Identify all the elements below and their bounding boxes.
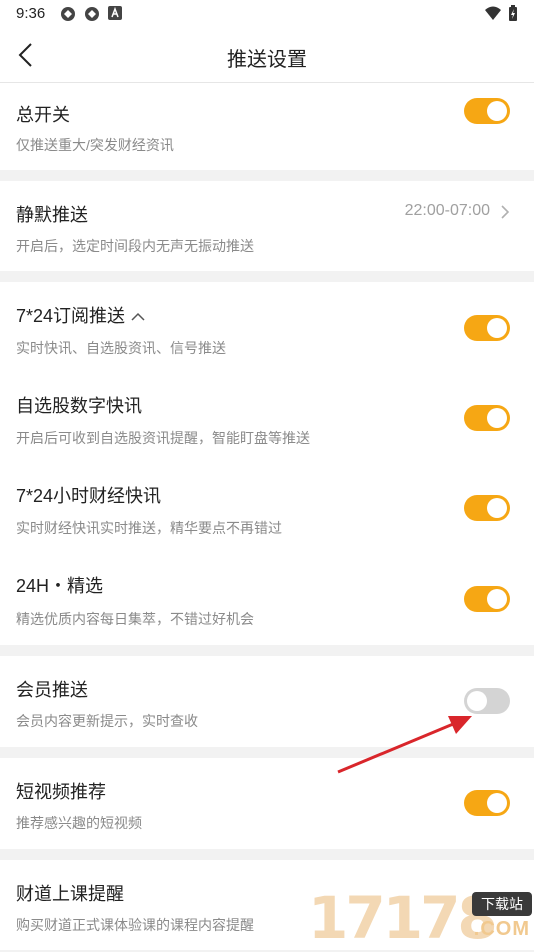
setting-title: 总开关 — [16, 105, 70, 125]
setting-desc: 开启后，选定时间段内无声无振动推送 — [16, 238, 254, 254]
toggle-knob — [487, 101, 507, 121]
setting-title: 7*24订阅推送 — [16, 302, 145, 328]
setting-desc: 会员内容更新提示，实时查收 — [16, 713, 198, 729]
toggle-knob — [487, 408, 507, 428]
setting-desc: 推荐感兴趣的短视频 — [16, 815, 142, 831]
notification-a-icon — [108, 6, 122, 20]
section-subscription: 7*24订阅推送 实时快讯、自选股资讯、信号推送 自选股数字快讯 开启后可收到自… — [0, 282, 534, 645]
setting-desc: 精选优质内容每日集萃，不错过好机会 — [16, 611, 254, 627]
setting-title: 会员推送 — [16, 680, 88, 700]
setting-desc: 购买财道正式课体验课的课程内容提醒 — [16, 917, 254, 933]
setting-title: 自选股数字快讯 — [16, 396, 142, 416]
master-toggle[interactable] — [464, 98, 510, 124]
battery-icon — [509, 5, 517, 21]
watermark-logo: 17178 下载站 .COM — [304, 884, 534, 950]
status-bar: 9:36 — [0, 0, 534, 28]
setting-desc: 实时财经快讯实时推送，精华要点不再错过 — [16, 520, 282, 536]
finance24-toggle[interactable] — [464, 495, 510, 521]
watermark-badge: 下载站 — [472, 892, 532, 916]
setting-title: 短视频推荐 — [16, 782, 106, 802]
setting-title: 7*24小时财经快讯 — [16, 486, 162, 506]
setting-title: 静默推送 — [16, 205, 88, 225]
subscription-toggle[interactable] — [464, 315, 510, 341]
page-title: 推送设置 — [227, 49, 307, 71]
toggle-knob — [487, 318, 507, 338]
setting-row-featured: 24H・精选 精选优质内容每日集萃，不错过好机会 — [0, 552, 534, 645]
setting-desc: 开启后可收到自选股资讯提醒，智能盯盘等推送 — [16, 430, 310, 446]
setting-row-master: 总开关 仅推送重大/突发财经资讯 — [0, 83, 534, 170]
subscription-title: 7*24订阅推送 — [16, 306, 126, 326]
chevron-up-icon[interactable] — [131, 312, 145, 322]
nav-bar: 推送设置 — [0, 28, 534, 83]
chevron-right-icon[interactable] — [498, 205, 512, 219]
setting-desc: 仅推送重大/突发财经资讯 — [16, 137, 174, 153]
status-time: 9:36 — [16, 5, 46, 22]
watermark-domain: .COM — [473, 918, 530, 940]
setting-row-finance24: 7*24小时财经快讯 实时财经快讯实时推送，精华要点不再错过 — [0, 462, 534, 552]
notification-app-icon — [85, 7, 99, 21]
section-quiet: 静默推送 开启后，选定时间段内无声无振动推送 22:00-07:00 — [0, 181, 534, 271]
toggle-knob — [487, 589, 507, 609]
toggle-knob — [487, 793, 507, 813]
short-video-toggle[interactable] — [464, 790, 510, 816]
watchlist-toggle[interactable] — [464, 405, 510, 431]
featured-toggle[interactable] — [464, 586, 510, 612]
setting-title: 24H・精选 — [16, 576, 104, 596]
toggle-knob — [487, 498, 507, 518]
wifi-icon — [485, 6, 501, 20]
setting-row-watchlist: 自选股数字快讯 开启后可收到自选股资讯提醒，智能盯盘等推送 — [0, 372, 534, 462]
section-master: 总开关 仅推送重大/突发财经资讯 — [0, 83, 534, 170]
setting-row-subscription: 7*24订阅推送 实时快讯、自选股资讯、信号推送 — [0, 282, 534, 372]
setting-row-quiet[interactable]: 静默推送 开启后，选定时间段内无声无振动推送 22:00-07:00 — [0, 181, 534, 271]
watermark-number: 17178 — [308, 884, 498, 952]
setting-desc: 实时快讯、自选股资讯、信号推送 — [16, 340, 226, 356]
notification-app-icon — [61, 7, 75, 21]
quiet-time-range[interactable]: 22:00-07:00 — [405, 202, 490, 220]
annotation-arrow-icon — [337, 716, 472, 774]
setting-title: 财道上课提醒 — [16, 884, 124, 904]
